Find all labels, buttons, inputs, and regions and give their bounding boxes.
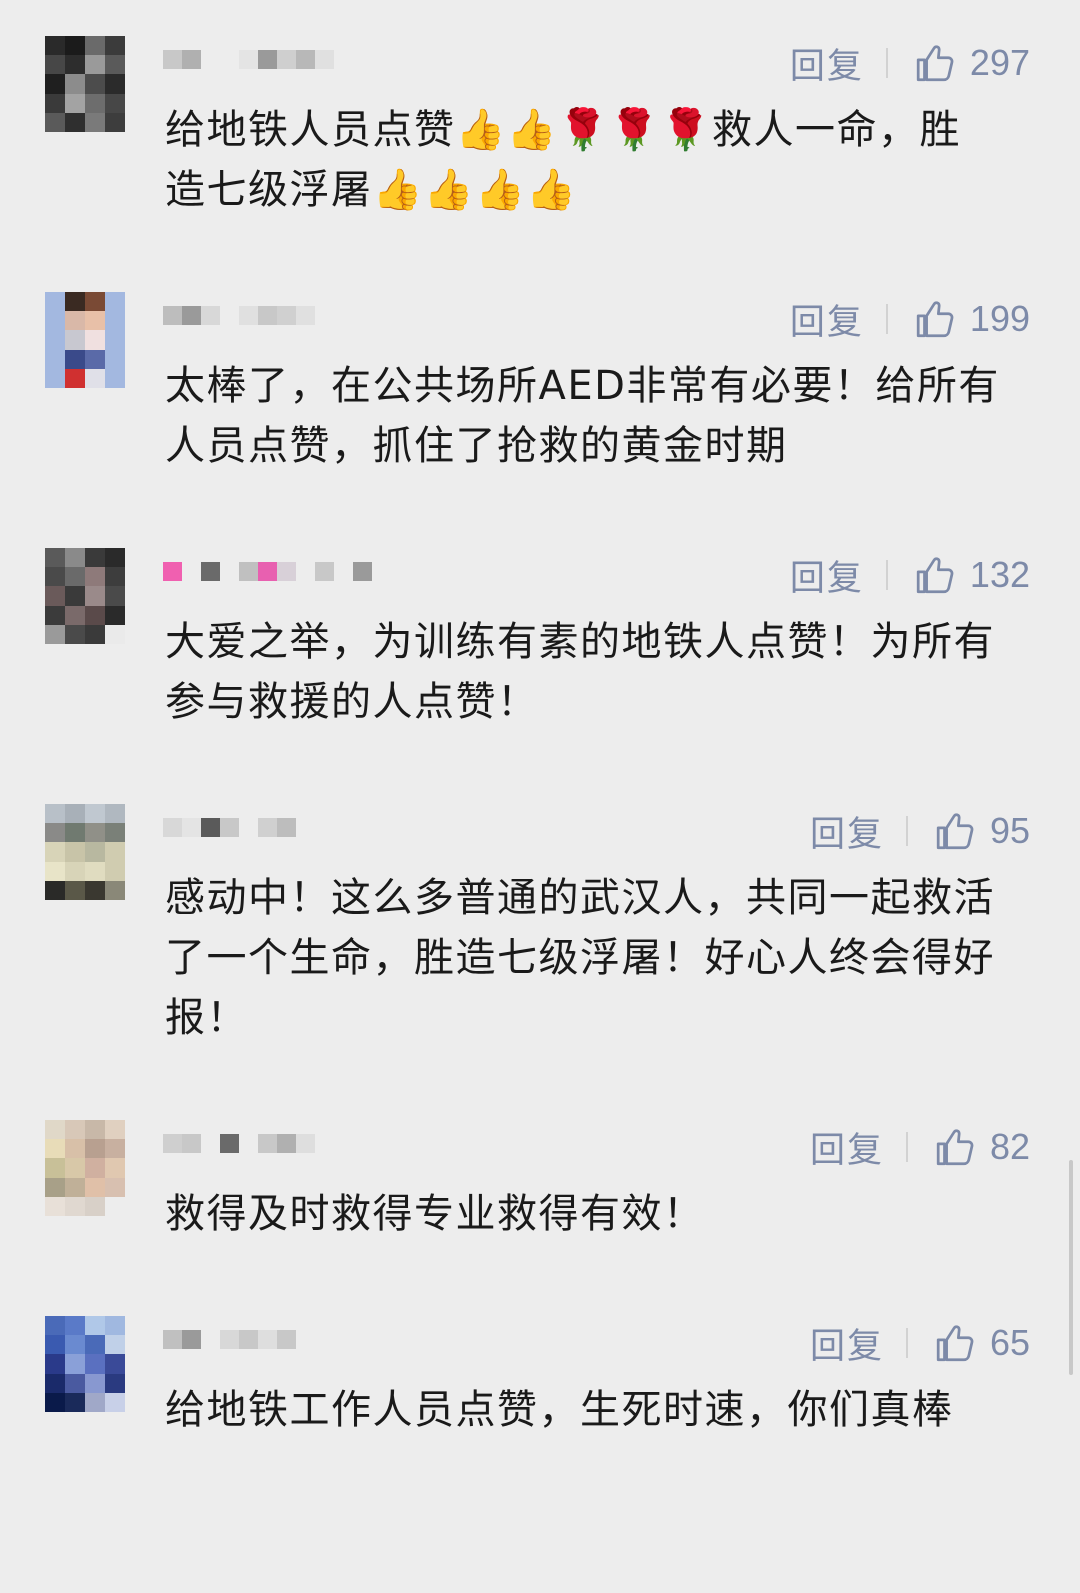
like-button[interactable]: 199 bbox=[914, 298, 1030, 340]
reply-button[interactable]: 回复 bbox=[790, 550, 886, 601]
username-blurred[interactable] bbox=[163, 1124, 315, 1162]
comment-text: 给地铁工作人员点赞，生死时速，你们真棒 bbox=[165, 1387, 954, 1433]
thumbs-up-icon bbox=[936, 813, 974, 850]
reply-button[interactable]: 回复 bbox=[810, 1122, 906, 1173]
divider bbox=[885, 304, 888, 334]
divider bbox=[885, 48, 888, 78]
like-button[interactable]: 297 bbox=[914, 42, 1030, 84]
reply-button[interactable]: 回复 bbox=[790, 38, 886, 89]
comment-actions: 回复 199 bbox=[790, 294, 1030, 345]
username-blurred[interactable] bbox=[163, 552, 372, 590]
comment-actions: 回复 297 bbox=[790, 38, 1030, 89]
reply-button[interactable]: 回复 bbox=[810, 806, 906, 857]
comment-actions: 回复 95 bbox=[810, 806, 1030, 857]
thumbs-up-icon bbox=[916, 301, 954, 338]
comment-text: 给地铁人员点赞👍👍🌹🌹🌹救人一命，胜造七级浮屠👍👍👍👍 bbox=[165, 107, 962, 213]
comment-actions: 回复 132 bbox=[790, 550, 1030, 601]
like-count: 82 bbox=[989, 1126, 1030, 1167]
comment-actions: 回复 65 bbox=[810, 1318, 1030, 1369]
like-button[interactable]: 95 bbox=[934, 810, 1030, 852]
thumbs-up-icon bbox=[916, 557, 954, 594]
comment-text: 大爱之举，为训练有素的地铁人点赞！为所有参与救援的人点赞！ bbox=[165, 619, 995, 725]
scrollbar[interactable] bbox=[1069, 1160, 1073, 1375]
like-count: 132 bbox=[969, 554, 1030, 595]
reply-button[interactable]: 回复 bbox=[810, 1318, 906, 1369]
comment-actions: 回复 82 bbox=[810, 1122, 1030, 1173]
thumbs-up-icon bbox=[936, 1325, 974, 1362]
username-blurred[interactable] bbox=[163, 1320, 296, 1358]
divider bbox=[905, 1328, 908, 1358]
username-blurred[interactable] bbox=[163, 808, 296, 846]
comment-text: 感动中！这么多普通的武汉人，共同一起救活了一个生命，胜造七级浮屠！好心人终会得好… bbox=[165, 875, 995, 1041]
like-button[interactable]: 132 bbox=[914, 554, 1030, 596]
username-blurred[interactable] bbox=[163, 40, 334, 78]
divider bbox=[905, 1132, 908, 1162]
like-count: 199 bbox=[969, 298, 1030, 339]
avatar[interactable] bbox=[45, 36, 125, 132]
thumbs-up-icon bbox=[916, 45, 954, 82]
divider bbox=[905, 816, 908, 846]
comment-text: 救得及时救得专业救得有效！ bbox=[165, 1191, 705, 1237]
thumbs-up-icon bbox=[936, 1129, 974, 1166]
avatar[interactable] bbox=[45, 548, 125, 644]
like-button[interactable]: 82 bbox=[934, 1126, 1030, 1168]
like-count: 95 bbox=[989, 810, 1030, 851]
avatar[interactable] bbox=[45, 1316, 125, 1412]
like-button[interactable]: 65 bbox=[934, 1322, 1030, 1364]
reply-button[interactable]: 回复 bbox=[790, 294, 886, 345]
comment-text: 太棒了，在公共场所AED非常有必要！给所有人员点赞，抓住了抢救的黄金时期 bbox=[165, 363, 1000, 469]
like-count: 297 bbox=[969, 42, 1030, 83]
avatar[interactable] bbox=[45, 804, 125, 900]
divider bbox=[885, 560, 888, 590]
like-count: 65 bbox=[989, 1322, 1030, 1363]
avatar[interactable] bbox=[45, 1120, 125, 1216]
avatar[interactable] bbox=[45, 292, 125, 388]
username-blurred[interactable] bbox=[163, 296, 315, 334]
